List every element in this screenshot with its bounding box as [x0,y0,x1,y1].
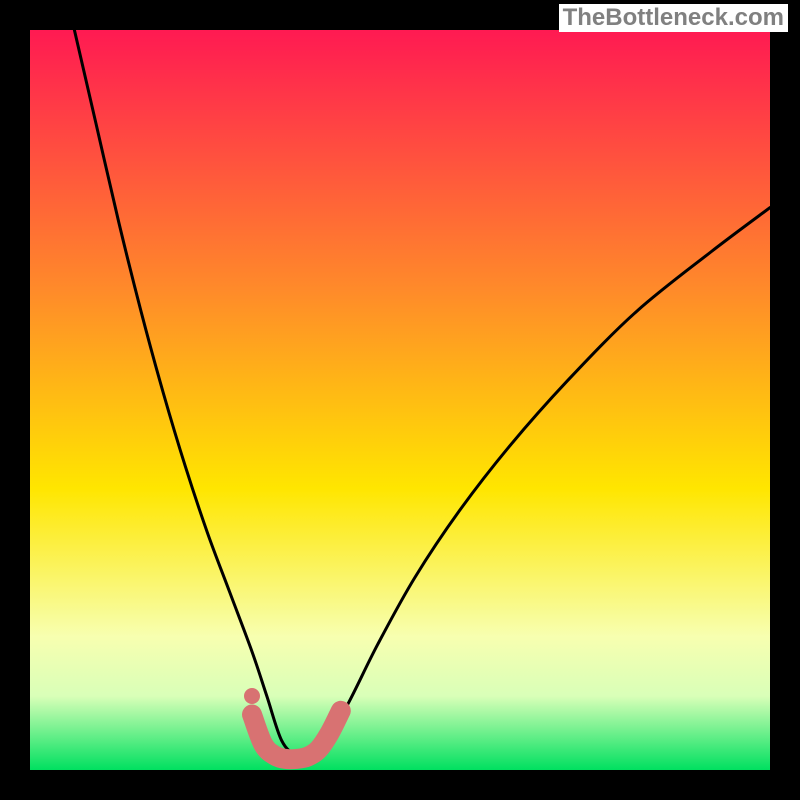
chart-svg [30,30,770,770]
chart-frame: TheBottleneck.com [0,0,800,800]
gradient-background [30,30,770,770]
watermark-label: TheBottleneck.com [559,4,788,32]
outlier-dot [244,688,260,704]
plot-area [30,30,770,770]
